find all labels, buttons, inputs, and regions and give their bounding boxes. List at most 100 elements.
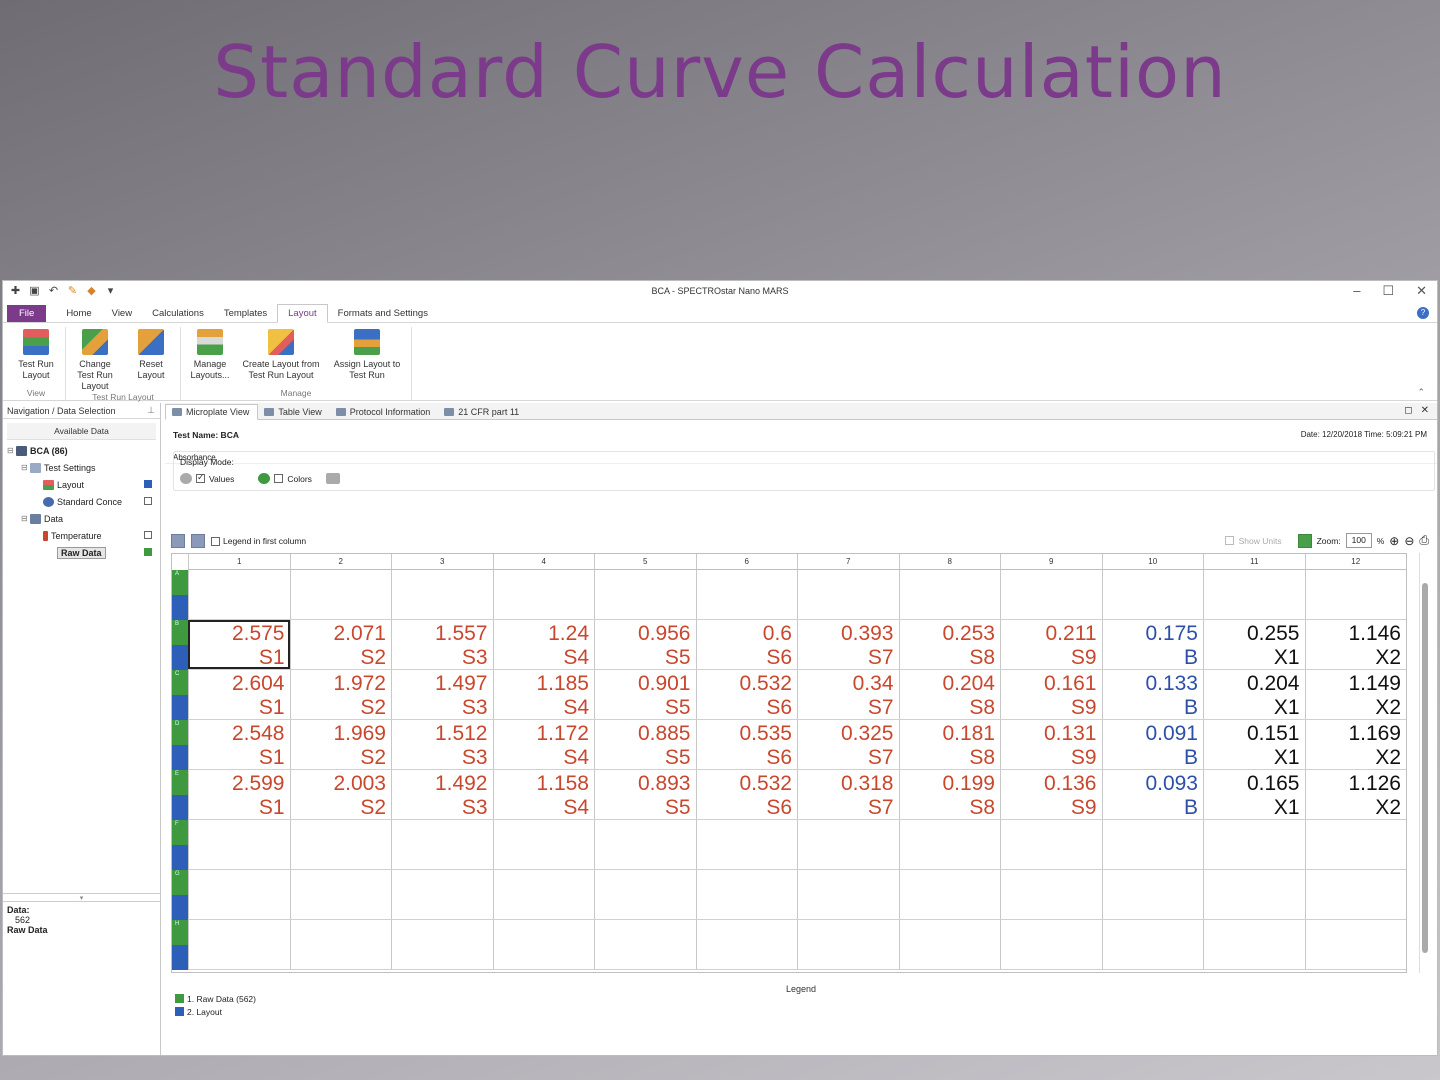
- plate-well[interactable]: [797, 570, 899, 619]
- plate-well[interactable]: 0.091 B: [1101, 720, 1204, 769]
- plate-well[interactable]: 2.548 S1: [188, 720, 290, 769]
- plate-well[interactable]: [797, 870, 899, 919]
- create-layout-button[interactable]: Create Layout from Test Run Layout: [241, 327, 321, 388]
- plate-well[interactable]: [1304, 870, 1407, 919]
- legend-first-column-checkbox[interactable]: [211, 536, 220, 546]
- plate-well[interactable]: [594, 920, 696, 969]
- plate-well[interactable]: [594, 820, 696, 869]
- close-tab-icon[interactable]: ✕: [1421, 405, 1429, 416]
- row-label[interactable]: B: [172, 620, 188, 670]
- plate-well[interactable]: 2.071 S2: [289, 620, 392, 669]
- plate-well[interactable]: [289, 870, 392, 919]
- tree-item-bca[interactable]: ⊟ BCA (86): [7, 442, 156, 459]
- plate-well[interactable]: [898, 870, 1001, 919]
- plate-well[interactable]: [188, 570, 290, 619]
- plate-well[interactable]: 1.492 S3: [391, 770, 493, 819]
- collapse-icon[interactable]: ⊟: [21, 463, 30, 472]
- tab-home[interactable]: Home: [56, 305, 101, 322]
- temperature-checkbox[interactable]: [144, 531, 152, 539]
- tab-formats-settings[interactable]: Formats and Settings: [328, 305, 438, 322]
- plate-well[interactable]: 0.6 S6: [695, 620, 798, 669]
- row-label[interactable]: H: [172, 920, 188, 970]
- tree-item-test-settings[interactable]: ⊟ Test Settings: [7, 459, 156, 476]
- plate-well[interactable]: 0.165 X1: [1203, 770, 1305, 819]
- zoom-out-icon[interactable]: ⊖: [1404, 534, 1414, 548]
- tab-21-cfr[interactable]: 21 CFR part 11: [438, 405, 527, 419]
- raw-data-checkbox[interactable]: [144, 548, 152, 556]
- plate-well[interactable]: [1203, 870, 1305, 919]
- column-header[interactable]: 10: [1101, 554, 1204, 569]
- column-header[interactable]: 1: [188, 554, 290, 569]
- plate-well[interactable]: [391, 570, 493, 619]
- collapse-ribbon-icon[interactable]: ⌃: [1417, 387, 1425, 398]
- tab-protocol-information[interactable]: Protocol Information: [330, 405, 439, 419]
- plate-well[interactable]: 0.901 S5: [594, 670, 696, 719]
- values-checkbox[interactable]: [196, 472, 205, 483]
- plate-well[interactable]: 1.557 S3: [391, 620, 493, 669]
- plate-well[interactable]: 0.885 S5: [594, 720, 696, 769]
- plate-well[interactable]: [289, 570, 392, 619]
- assign-layout-button[interactable]: Assign Layout to Test Run: [327, 327, 407, 388]
- plate-well[interactable]: 0.255 X1: [1203, 620, 1305, 669]
- plate-well[interactable]: 0.133 B: [1101, 670, 1204, 719]
- plate-well[interactable]: [1101, 570, 1204, 619]
- minimize-icon[interactable]: –: [1353, 283, 1360, 299]
- plate-well[interactable]: 1.149 X2: [1304, 670, 1407, 719]
- plate-well[interactable]: 1.158 S4: [492, 770, 595, 819]
- plate-well[interactable]: [898, 820, 1001, 869]
- pin-icon[interactable]: ⊥: [147, 405, 155, 416]
- plate-well[interactable]: [594, 870, 696, 919]
- plate-well[interactable]: 0.535 S6: [695, 720, 798, 769]
- plate-well[interactable]: 0.393 S7: [797, 620, 899, 669]
- plate-well[interactable]: 0.211 S9: [1000, 620, 1102, 669]
- change-test-run-layout-button[interactable]: Change Test Run Layout: [70, 327, 120, 392]
- standard-checkbox[interactable]: [144, 497, 152, 505]
- tree-item-data[interactable]: ⊟ Data: [7, 510, 156, 527]
- tab-templates[interactable]: Templates: [214, 305, 277, 322]
- reset-layout-button[interactable]: Reset Layout: [126, 327, 176, 392]
- scrollbar-thumb[interactable]: [1422, 583, 1428, 953]
- save-plate-icon[interactable]: [191, 534, 205, 548]
- plate-well[interactable]: [1304, 570, 1407, 619]
- plate-well[interactable]: [289, 920, 392, 969]
- plate-well[interactable]: [492, 570, 595, 619]
- plate-well[interactable]: 0.893 S5: [594, 770, 696, 819]
- row-label[interactable]: G: [172, 870, 188, 920]
- plate-well[interactable]: 1.24 S4: [492, 620, 595, 669]
- plate-well[interactable]: [695, 870, 798, 919]
- plate-well[interactable]: [188, 820, 290, 869]
- plate-well[interactable]: [594, 570, 696, 619]
- plate-well[interactable]: 1.146 X2: [1304, 620, 1407, 669]
- collapse-icon[interactable]: ⊟: [21, 514, 30, 523]
- row-label[interactable]: C: [172, 670, 188, 720]
- plate-well[interactable]: [797, 820, 899, 869]
- plate-well[interactable]: [1101, 870, 1204, 919]
- plate-well[interactable]: 0.34 S7: [797, 670, 899, 719]
- plate-well[interactable]: [492, 870, 595, 919]
- test-run-layout-button[interactable]: Test Run Layout: [11, 327, 61, 388]
- row-label[interactable]: F: [172, 820, 188, 870]
- tree-item-standard-conc[interactable]: Standard Conce: [7, 493, 156, 510]
- plate-well[interactable]: 0.175 B: [1101, 620, 1204, 669]
- plate-well[interactable]: 1.512 S3: [391, 720, 493, 769]
- tab-calculations[interactable]: Calculations: [142, 305, 214, 322]
- zoom-in-icon[interactable]: ⊕: [1389, 534, 1399, 548]
- plate-well[interactable]: 1.172 S4: [492, 720, 595, 769]
- help-icon[interactable]: ?: [1417, 307, 1429, 319]
- tab-microplate-view[interactable]: Microplate View: [165, 404, 259, 420]
- colors-checkbox[interactable]: [274, 474, 284, 483]
- plate-well[interactable]: [1000, 870, 1102, 919]
- close-icon[interactable]: ✕: [1416, 283, 1427, 299]
- panel-splitter[interactable]: ▾: [3, 893, 160, 902]
- plate-well[interactable]: [1101, 920, 1204, 969]
- plate-well[interactable]: [695, 820, 798, 869]
- plate-well[interactable]: [1203, 920, 1305, 969]
- collapse-icon[interactable]: ⊟: [7, 446, 16, 455]
- plate-well[interactable]: 0.532 S6: [695, 670, 798, 719]
- plate-well[interactable]: 1.969 S2: [289, 720, 392, 769]
- plate-well[interactable]: [898, 920, 1001, 969]
- column-header[interactable]: 9: [1000, 554, 1102, 569]
- plate-well[interactable]: [188, 870, 290, 919]
- plate-well[interactable]: 2.604 S1: [188, 670, 290, 719]
- show-units-checkbox[interactable]: [1224, 536, 1234, 545]
